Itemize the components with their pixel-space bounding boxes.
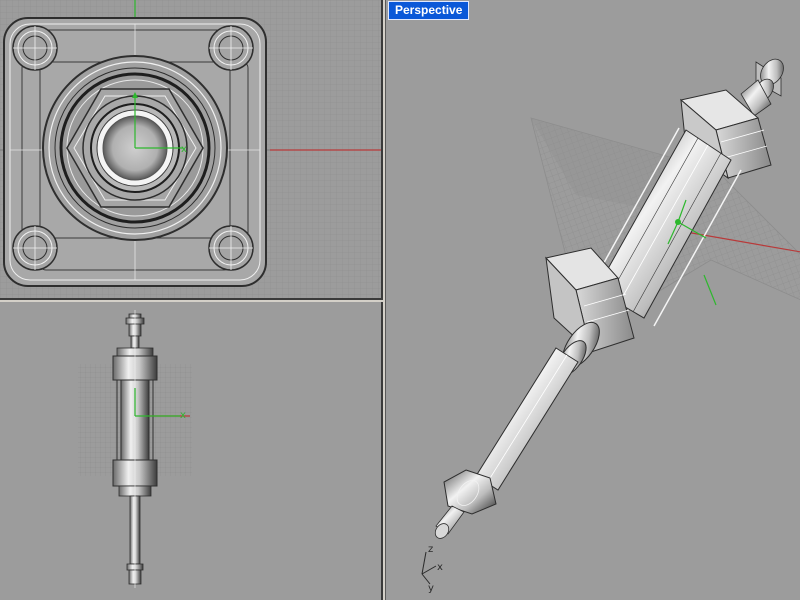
world-axis-icon: z x y	[421, 544, 443, 594]
axis-y-label: y	[428, 583, 434, 594]
top-viewport-canvas[interactable]: x	[0, 0, 383, 300]
axis-z-label: z	[428, 544, 433, 555]
corner-bolt-bottom-left	[12, 225, 58, 271]
y-axis-line	[703, 274, 717, 306]
top-viewport[interactable]: x	[0, 0, 383, 300]
perspective-viewport[interactable]: z x y Perspective	[385, 0, 800, 600]
corner-bolt-top-right	[208, 25, 254, 71]
front-viewport[interactable]: x	[0, 302, 383, 600]
front-viewport-canvas[interactable]: x	[0, 302, 383, 600]
pneumatic-cylinder	[434, 58, 784, 539]
svg-text:x: x	[180, 410, 186, 421]
corner-bolt-top-left	[12, 25, 58, 71]
perspective-viewport-canvas[interactable]: z x y	[386, 0, 800, 600]
corner-bolt-bottom-right	[208, 225, 254, 271]
perspective-viewport-title[interactable]: Perspective	[388, 1, 470, 20]
svg-text:x: x	[181, 144, 187, 155]
axis-x-label: x	[437, 562, 443, 573]
